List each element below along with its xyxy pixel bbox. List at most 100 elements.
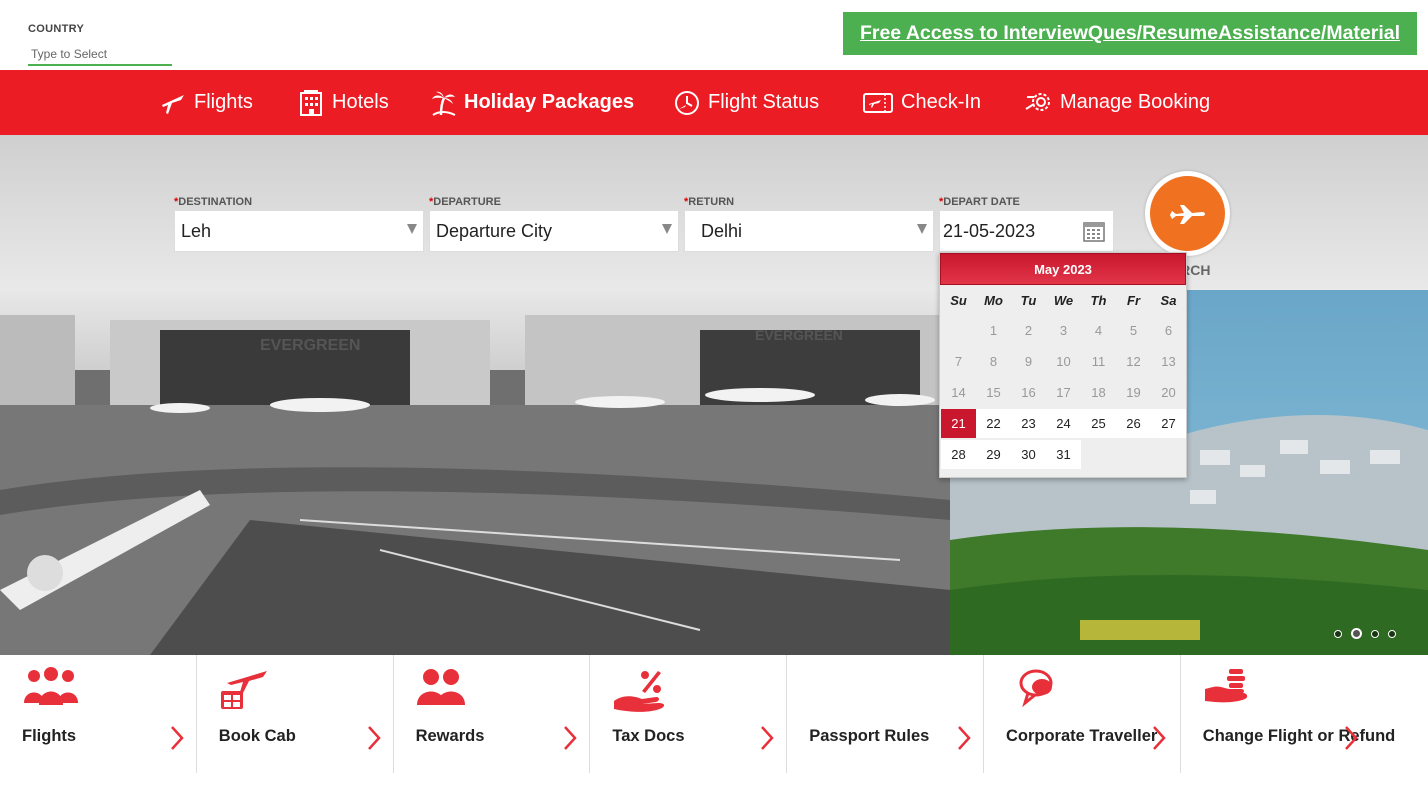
datepicker-day[interactable]: 25 [1081,409,1116,438]
datepicker-weekday: Sa [1160,293,1177,308]
departure-value: Departure City [436,220,553,241]
quick-links: Flights Book Cab Rewards Tax Docs Passpo… [0,655,1428,773]
tile-flights[interactable]: Flights [0,655,197,773]
svg-text:EVERGREEN: EVERGREEN [755,327,843,343]
dropdown-arrow-icon [662,224,672,234]
depart-date-label: *DEPART DATE [939,196,1020,208]
datepicker-day: 5 [1116,316,1151,345]
tile-rewards[interactable]: Rewards [394,655,591,773]
depart-date-value: 21-05-2023 [943,220,1036,241]
datepicker-day: 2 [1011,316,1046,345]
nav-hotels-label: Hotels [332,91,389,113]
datepicker-day[interactable]: 22 [976,409,1011,438]
country-label: COUNTRY [28,23,85,35]
datepicker-day[interactable]: 29 [976,440,1011,469]
tile-change-flight-refund[interactable]: Change Flight or Refund [1181,655,1395,773]
destination-value: Leh [181,220,212,241]
datepicker-empty-cell [1116,440,1151,469]
carousel-dot-active[interactable] [1351,628,1362,639]
datepicker-day: 6 [1151,316,1186,345]
datepicker-day: 10 [1046,347,1081,376]
calendar-icon[interactable] [1083,220,1105,247]
nav-flights[interactable]: Flights [158,70,253,135]
depart-date-input[interactable]: 21-05-2023 [939,210,1114,252]
tile-corporate-traveller[interactable]: Corporate Traveller [984,655,1181,773]
ticket-icon [861,88,895,118]
datepicker-weekday: Th [1090,293,1107,308]
datepicker-day[interactable]: 26 [1116,409,1151,438]
plane-icon [158,88,188,118]
country-input[interactable] [28,44,172,66]
datepicker-day: 4 [1081,316,1116,345]
nav-manage-booking[interactable]: Manage Booking [1024,70,1210,135]
carousel-dot[interactable] [1388,630,1396,638]
datepicker-day: 15 [976,378,1011,407]
hero-image: EVERGREEN EVERGREEN [0,290,1428,655]
chevron-right-icon [170,725,184,756]
datepicker-day: 18 [1081,378,1116,407]
search-button[interactable] [1145,171,1230,256]
tile-change-flight-refund-label: Change Flight or Refund [1202,727,1396,745]
building-icon [296,88,326,118]
chat-bubble-icon [1018,667,1058,712]
tile-passport-rules[interactable]: Passport Rules [787,655,984,773]
chevron-right-icon [1152,725,1166,756]
datepicker-month-title: May 2023 [940,253,1186,285]
carousel-dots [1334,628,1396,639]
datepicker-day: 16 [1011,378,1046,407]
datepicker-day[interactable]: 31 [1046,440,1081,469]
group-icon [22,667,80,712]
datepicker-empty-cell [1151,440,1186,469]
datepicker-day: 14 [941,378,976,407]
dropdown-arrow-icon [917,224,927,234]
datepicker-day[interactable]: 24 [1046,409,1081,438]
datepicker-grid: Su Mo Tu We Th Fr Sa 1 2 3 4 5 6 7 8 9 10 11 12 13 14 15 16 17 1… [940,285,1186,469]
tile-book-cab[interactable]: Book Cab [197,655,394,773]
datepicker-day: 7 [941,347,976,376]
datepicker-day[interactable]: 27 [1151,409,1186,438]
departure-select[interactable]: Departure City [429,210,679,252]
datepicker: May 2023 Su Mo Tu We Th Fr Sa 1 2 3 4 5 6 7 8 9 10 11 12 13… [939,252,1187,478]
coins-hand-icon [1203,667,1249,712]
datepicker-day[interactable]: 28 [941,440,976,469]
hero-carousel: EVERGREEN EVERGREEN [0,290,1428,655]
departure-label: *DEPARTURE [429,196,501,208]
destination-label: *DESTINATION [174,196,253,208]
carousel-dot[interactable] [1371,630,1379,638]
nav-flights-label: Flights [194,91,253,113]
svg-text:EVERGREEN: EVERGREEN [260,337,360,354]
percent-hand-icon [612,667,668,718]
gear-icon [1024,88,1054,118]
nav-holiday-packages[interactable]: Holiday Packages [428,70,634,135]
top-bar: COUNTRY Free Access to InterviewQues/Res… [0,0,1428,70]
datepicker-day-selected[interactable]: 21 [941,409,976,438]
datepicker-day[interactable]: 30 [1011,440,1046,469]
datepicker-day: 8 [976,347,1011,376]
datepicker-weekday: Tu [1020,293,1037,308]
return-value: Delhi [701,220,743,241]
destination-select[interactable]: Leh [174,210,424,252]
return-select[interactable]: Delhi [684,210,934,252]
tile-tax-docs-label: Tax Docs [612,727,685,745]
nav-hotels[interactable]: Hotels [296,70,389,135]
datepicker-empty-cell [1081,440,1116,469]
carousel-dot[interactable] [1334,630,1342,638]
dropdown-arrow-icon [407,224,417,234]
promo-link[interactable]: Free Access to InterviewQues/ResumeAssis… [843,12,1417,55]
tile-passport-rules-label: Passport Rules [809,727,930,745]
datepicker-day[interactable]: 23 [1011,409,1046,438]
nav-check-in[interactable]: Check-In [861,70,981,135]
users-icon [416,667,466,712]
tile-tax-docs[interactable]: Tax Docs [590,655,788,773]
main-nav: Flights Hotels Holiday Packages Flight S… [0,70,1428,135]
datepicker-day: 3 [1046,316,1081,345]
chevron-right-icon [1344,725,1358,756]
datepicker-day: 19 [1116,378,1151,407]
datepicker-day: 20 [1151,378,1186,407]
tile-corporate-traveller-label: Corporate Traveller [1005,727,1158,745]
nav-check-in-label: Check-In [901,91,982,113]
nav-flight-status[interactable]: Flight Status [672,70,819,135]
datepicker-weekday: Su [950,293,967,308]
datepicker-weekday: We [1053,293,1074,308]
clock-plane-icon [672,88,702,118]
